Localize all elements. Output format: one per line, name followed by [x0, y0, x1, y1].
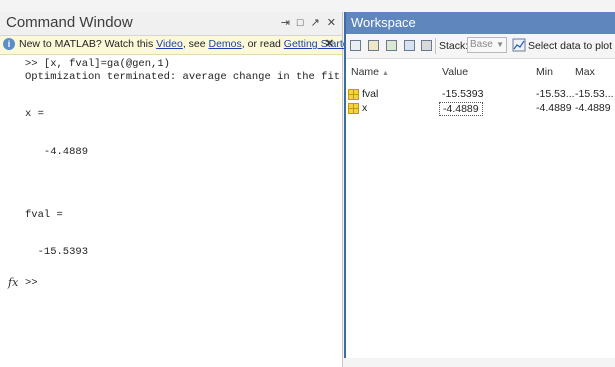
column-header-min[interactable]: Min [536, 66, 553, 78]
var-name: fval [362, 88, 379, 100]
command-window-title: Command Window [6, 14, 133, 31]
console-line-x-value: -4.4889 [25, 146, 89, 158]
console-output[interactable]: >> [x, fval]=ga(@gen,1) Optimization ter… [0, 54, 341, 367]
select-data-to-plot-label[interactable]: Select data to plot [528, 40, 612, 52]
info-icon: i [3, 38, 15, 50]
command-window-titlebar: Command Window ⇥ □ ↗ ✕ [0, 12, 342, 36]
info-close-icon[interactable]: ✕ [325, 37, 334, 50]
toolbar-separator [435, 38, 436, 54]
command-window: Command Window ⇥ □ ↗ ✕ i New to MATLAB? … [0, 12, 357, 367]
var-value: -4.4889 [439, 102, 483, 116]
function-browser-icon[interactable]: fx [8, 276, 18, 289]
desktop-top-strip [0, 0, 615, 12]
workspace-row-x[interactable]: x -4.4889 -4.4889 -4.4889 [346, 102, 615, 116]
console-line-fval-value: -15.5393 [25, 246, 89, 258]
var-value: -15.5393 [442, 88, 484, 100]
workspace-panel: Workspace Stack: Base ▼ Select data to pl… [344, 12, 615, 358]
info-sep1-text: , see [182, 38, 209, 50]
console-line-x-label: x = [25, 108, 44, 120]
print-icon[interactable] [421, 40, 432, 51]
console-prompt[interactable]: >> [25, 277, 38, 289]
column-header-max[interactable]: Max [575, 66, 595, 78]
info-bar: i New to MATLAB? Watch this Video, see D… [0, 36, 357, 55]
var-max: -15.53... [575, 88, 614, 100]
matrix-variable-icon [348, 103, 359, 114]
var-min: -4.4889 [536, 102, 572, 114]
column-header-value[interactable]: Value [442, 66, 468, 78]
open-selection-icon[interactable] [368, 40, 379, 51]
info-sep2-text: , or read [241, 38, 284, 50]
plot-selection-icon[interactable] [512, 38, 526, 52]
dock-icon[interactable]: ⇥ [281, 16, 290, 30]
new-variable-icon[interactable] [350, 40, 361, 51]
workspace-row-fval[interactable]: fval -15.5393 -15.53... -15.53... [346, 88, 615, 102]
var-min: -15.53... [536, 88, 575, 100]
column-header-name[interactable]: Name ▲ [351, 66, 389, 78]
console-line-fval-label: fval = [25, 209, 63, 221]
console-line-command: >> [x, fval]=ga(@gen,1) [25, 58, 170, 70]
chevron-down-icon: ▼ [496, 40, 504, 49]
stack-label: Stack: [439, 40, 469, 52]
var-max: -4.4889 [575, 102, 611, 114]
var-name: x [362, 102, 368, 114]
stack-dropdown-value: Base [470, 39, 493, 50]
video-link[interactable]: Video [156, 38, 183, 50]
workspace-toolbar: Stack: Base ▼ Select data to plot [346, 34, 615, 59]
column-header-name-label: Name [351, 66, 380, 78]
undock-icon[interactable]: ↗ [311, 16, 320, 30]
save-icon[interactable] [404, 40, 415, 51]
info-prefix-text: New to MATLAB? Watch this [19, 38, 157, 50]
maximize-icon[interactable]: □ [297, 16, 304, 30]
sort-ascending-icon: ▲ [382, 70, 389, 77]
console-line-message: Optimization terminated: average change … [25, 71, 341, 83]
workspace-titlebar: Workspace [346, 12, 615, 34]
stack-dropdown[interactable]: Base ▼ [467, 37, 507, 53]
window-controls: ⇥ □ ↗ ✕ [281, 16, 336, 30]
matrix-variable-icon [348, 89, 359, 100]
close-icon[interactable]: ✕ [327, 16, 336, 30]
workspace-title: Workspace [351, 15, 416, 30]
demos-link[interactable]: Demos [209, 38, 242, 50]
import-data-icon[interactable] [386, 40, 397, 51]
info-message: New to MATLAB? Watch this Video, see Dem… [19, 38, 357, 50]
